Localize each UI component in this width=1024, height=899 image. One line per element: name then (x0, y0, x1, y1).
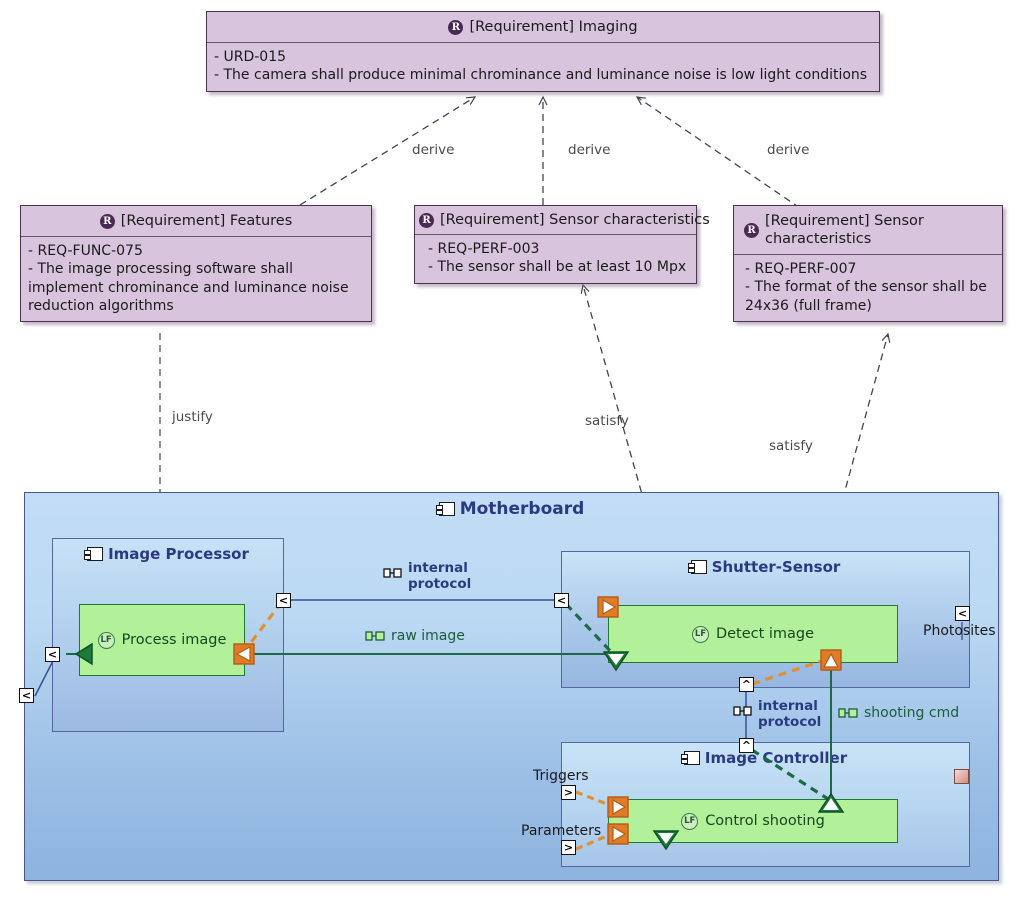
activity-detect-image-label: Detect image (715, 626, 815, 642)
port-image-processor-left[interactable]: < (45, 647, 60, 662)
relation-label-derive-1: derive (412, 142, 455, 158)
block-image-processor-label: Image Processor (108, 545, 249, 563)
flow-icon (733, 706, 752, 716)
connector-label-internal-protocol-top: internal protocol (383, 560, 472, 592)
port-image-controller-right[interactable] (954, 769, 969, 784)
lf-icon: LF (97, 631, 115, 649)
requirement-features[interactable]: R [Requirement] Features - REQ-FUNC-075 … (20, 205, 372, 322)
activity-control-shooting[interactable]: LF Control shooting (608, 799, 898, 843)
connector-label-shooting-cmd-text: shooting cmd (864, 705, 960, 721)
requirement-imaging-body: - URD-015 - The camera shall produce min… (214, 49, 868, 84)
port-label-parameters: Parameters (521, 823, 602, 839)
requirement-icon: R (744, 222, 759, 238)
block-motherboard-title: Motherboard (25, 499, 998, 519)
requirement-sensor-003-title: [Requirement] Sensor characteristics (440, 212, 710, 228)
block-motherboard-label: Motherboard (459, 499, 585, 519)
block-image-controller-label: Image Controller (704, 749, 848, 767)
relation-label-derive-2: derive (568, 142, 611, 158)
flow-icon (383, 568, 402, 578)
connector-label-internal-protocol-top-text: internal protocol (408, 560, 472, 592)
port-internal-protocol-lower[interactable]: ^ (739, 738, 754, 753)
requirement-icon: R (448, 19, 464, 35)
port-photosites[interactable]: < (955, 606, 970, 621)
flow-icon (838, 708, 858, 718)
connector-label-raw-image: raw image (365, 628, 465, 644)
port-shutter-sensor-left[interactable]: < (554, 593, 569, 608)
lf-icon: LF (691, 625, 709, 643)
connector-label-raw-image-text: raw image (391, 628, 465, 644)
diagram-canvas: R [Requirement] Imaging - URD-015 - The … (0, 0, 1024, 899)
port-image-processor-right[interactable]: < (276, 593, 291, 608)
block-icon (687, 560, 707, 574)
relation-label-justify-1: justify (172, 409, 213, 425)
port-motherboard-left-outer[interactable]: < (19, 688, 34, 703)
lf-icon: LF (681, 812, 699, 830)
requirement-sensor-003-header: R [Requirement] Sensor characteristics (415, 206, 710, 236)
requirement-sensor-003-body: - REQ-PERF-003 - The sensor shall be at … (428, 241, 687, 276)
connector-label-internal-protocol-mid-text: internal protocol (758, 698, 822, 730)
requirement-sensor-007-body: - REQ-PERF-007 - The format of the senso… (745, 261, 987, 314)
activity-process-image-label: Process image (121, 632, 227, 648)
port-internal-protocol-upper[interactable]: ^ (739, 677, 754, 692)
relation-label-derive-3: derive (767, 142, 810, 158)
block-shutter-sensor-label: Shutter-Sensor (711, 558, 841, 576)
requirement-sensor-characteristics-perf-007[interactable]: R [Requirement] Sensor characteristics -… (733, 205, 1003, 322)
requirement-imaging-title: [Requirement] Imaging (469, 19, 638, 35)
requirement-imaging[interactable]: R [Requirement] Imaging - URD-015 - The … (206, 11, 880, 92)
port-label-photosites: Photosites (923, 623, 996, 639)
block-image-processor-title: Image Processor (53, 545, 283, 563)
relation-label-satisfy-2: satisfy (769, 438, 813, 454)
requirement-icon: R (419, 212, 434, 228)
requirement-icon: R (99, 213, 115, 229)
port-parameters[interactable]: > (561, 840, 576, 855)
port-triggers[interactable]: > (561, 785, 576, 800)
activity-detect-image[interactable]: LF Detect image (608, 605, 898, 663)
connector-label-shooting-cmd: shooting cmd (838, 705, 959, 721)
port-label-triggers: Triggers (533, 768, 589, 784)
block-image-controller-title: Image Controller (562, 749, 969, 767)
requirement-features-title: [Requirement] Features (120, 213, 293, 229)
requirement-features-body: - REQ-FUNC-075 - The image processing so… (28, 243, 349, 314)
block-icon (84, 547, 104, 561)
activity-process-image[interactable]: LF Process image (79, 604, 245, 676)
requirement-sensor-characteristics-perf-003[interactable]: R [Requirement] Sensor characteristics -… (414, 205, 710, 284)
block-icon (680, 751, 700, 765)
requirement-features-header: R [Requirement] Features (21, 206, 371, 238)
activity-control-shooting-label: Control shooting (705, 813, 825, 829)
connector-label-internal-protocol-mid: internal protocol (733, 698, 822, 730)
flow-icon (365, 631, 385, 641)
block-icon (435, 502, 455, 516)
relation-label-satisfy-1: satisfy (585, 413, 629, 429)
requirement-sensor-007-header: R [Requirement] Sensor characteristics (734, 206, 1002, 256)
block-shutter-sensor-title: Shutter-Sensor (562, 558, 969, 576)
requirement-imaging-header: R [Requirement] Imaging (207, 12, 879, 44)
requirement-sensor-007-title: [Requirement] Sensor characteristics (765, 213, 924, 248)
